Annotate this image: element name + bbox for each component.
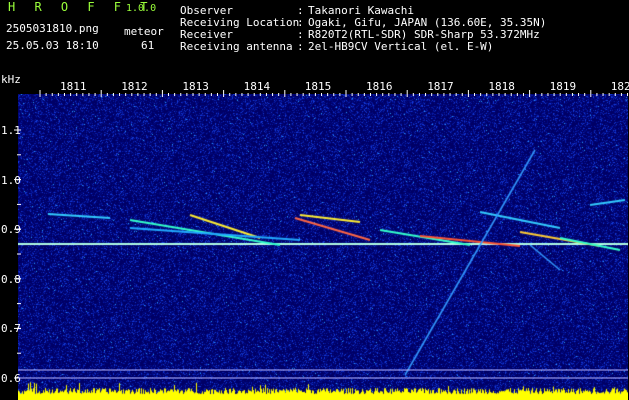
axis-overlay <box>14 90 629 379</box>
hrofft-window: H R O F F T 1.0.0 2505031810.png 25.05.0… <box>0 0 629 400</box>
